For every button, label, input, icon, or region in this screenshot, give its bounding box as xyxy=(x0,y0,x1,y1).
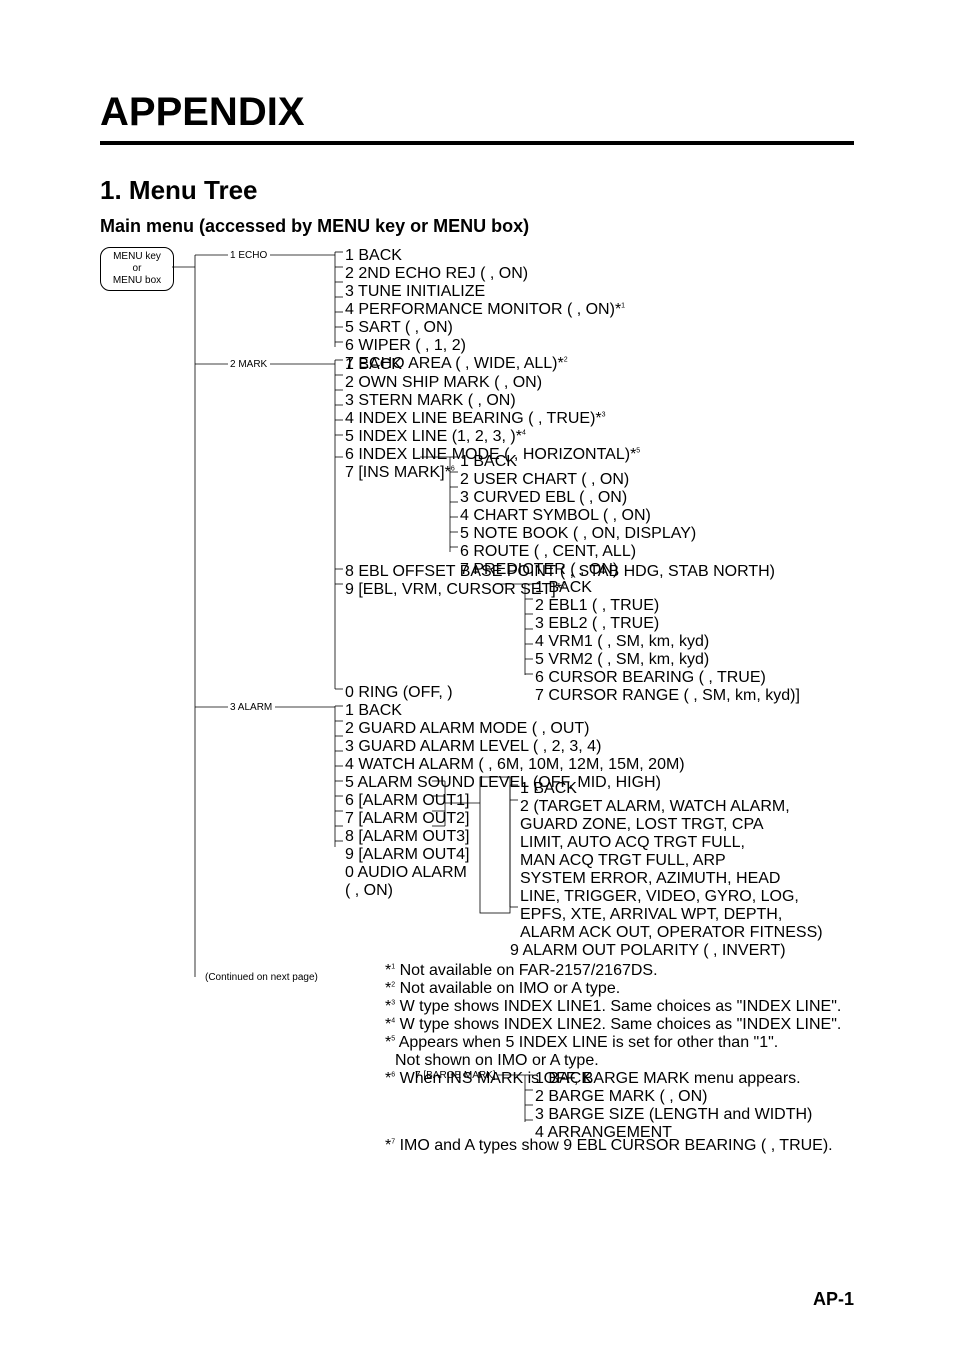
barge-mark-sub: 1 BACK 2 BARGE MARK ( , ON) 3 BARGE SIZE… xyxy=(535,1070,812,1142)
tree-item: 2 OWN SHIP MARK ( , ON) xyxy=(345,374,640,392)
tree-item: LINE, TRIGGER, VIDEO, GYRO, LOG, xyxy=(520,888,823,906)
footnote: *7 IMO and A types show 9 EBL CURSOR BEA… xyxy=(385,1137,833,1155)
ins-mark-sub: 1 BACK 2 USER CHART ( , ON) 3 CURVED EBL… xyxy=(460,453,696,579)
footnote: *3 W type shows INDEX LINE1. Same choice… xyxy=(385,998,841,1016)
tree-item: 3 CURVED EBL ( , ON) xyxy=(460,489,696,507)
root-line3: MENU box xyxy=(113,275,161,286)
footnote: *5 Appears when 5 INDEX LINE is set for … xyxy=(385,1034,841,1052)
tree-item: 5 SART ( , ON) xyxy=(345,319,625,337)
ebl-vrm-sub: 1 BACK 2 EBL1 ( , TRUE) 3 EBL2 ( , TRUE)… xyxy=(535,579,800,705)
tree-item: 9 ALARM OUT POLARITY ( , INVERT) xyxy=(510,942,823,960)
tree-item: 5 VRM2 ( , SM, km, kyd) xyxy=(535,651,800,669)
tree-item: 3 STERN MARK ( , ON) xyxy=(345,392,640,410)
alarm-out-sub: 1 BACK 2 (TARGET ALARM, WATCH ALARM, GUA… xyxy=(520,780,823,960)
tree-item: 2 (TARGET ALARM, WATCH ALARM, xyxy=(520,798,823,816)
tree-item: 1 BACK xyxy=(535,579,800,597)
footnote: Not shown on IMO or A type. xyxy=(395,1052,841,1070)
tree-item: EPFS, XTE, ARRIVAL WPT, DEPTH, xyxy=(520,906,823,924)
tree-item: 3 GUARD ALARM LEVEL ( , 2, 3, 4) xyxy=(345,738,685,756)
menu-1-echo: 1 ECHO xyxy=(230,250,267,261)
tree-item: 4 WATCH ALARM ( , 6M, 10M, 12M, 15M, 20M… xyxy=(345,756,685,774)
tree-item: 2 GUARD ALARM MODE ( , OUT) xyxy=(345,720,685,738)
tree-item: 3 BARGE SIZE (LENGTH and WIDTH) xyxy=(535,1106,812,1124)
menu-3-alarm: 3 ALARM xyxy=(230,702,272,713)
footnote: *2 Not available on IMO or A type. xyxy=(385,980,841,998)
tree-item: 1 BACK xyxy=(535,1070,812,1088)
tree-item: 5 NOTE BOOK ( , ON, DISPLAY) xyxy=(460,525,696,543)
tree-item: 5 INDEX LINE (1, 2, 3, )*4 xyxy=(345,428,640,446)
tree-item: 6 WIPER ( , 1, 2) xyxy=(345,337,625,355)
menu-2-mark: 2 MARK xyxy=(230,359,267,370)
tree-item: 6 ROUTE ( , CENT, ALL) xyxy=(460,543,696,561)
tree-item: 2 BARGE MARK ( , ON) xyxy=(535,1088,812,1106)
tree-item: 2 EBL1 ( , TRUE) xyxy=(535,597,800,615)
page-number: AP-1 xyxy=(813,1289,854,1310)
tree-item: GUARD ZONE, LOST TRGT, CPA xyxy=(520,816,823,834)
page-title: APPENDIX xyxy=(100,90,854,135)
echo-items: 1 BACK 2 2ND ECHO REJ ( , ON) 3 TUNE INI… xyxy=(345,247,625,373)
tree-item: 1 BACK xyxy=(460,453,696,471)
tree-item: MAN ACQ TRGT FULL, ARP xyxy=(520,852,823,870)
footnote: *1 Not available on FAR-2157/2167DS. xyxy=(385,962,841,980)
tree-item: 4 CHART SYMBOL ( , ON) xyxy=(460,507,696,525)
tree-item: 3 TUNE INITIALIZE xyxy=(345,283,625,301)
tree-item: 4 INDEX LINE BEARING ( , TRUE)*3 xyxy=(345,410,640,428)
root-line1: MENU key xyxy=(113,251,161,262)
tree-item: 1 BACK xyxy=(345,702,685,720)
section-heading: 1. Menu Tree xyxy=(100,175,854,206)
tree-item: 2 USER CHART ( , ON) xyxy=(460,471,696,489)
tree-item: 6 CURSOR BEARING ( , TRUE) xyxy=(535,669,800,687)
tree-item: 1 BACK xyxy=(345,356,640,374)
footnote-7: *7 IMO and A types show 9 EBL CURSOR BEA… xyxy=(385,1137,833,1155)
tree-item: 4 PERFORMANCE MONITOR ( , ON)*1 xyxy=(345,301,625,319)
continued-label: (Continued on next page) xyxy=(205,972,318,983)
subsection-heading: Main menu (accessed by MENU key or MENU … xyxy=(100,216,854,237)
menu-tree: MENU key or MENU box 1 ECHO 2 MARK 3 ALA… xyxy=(100,247,854,1217)
tree-item: 1 BACK xyxy=(520,780,823,798)
barge-mark-label: 7 [BARGE MARK] xyxy=(415,1070,496,1081)
tree-item: 2 2ND ECHO REJ ( , ON) xyxy=(345,265,625,283)
tree-item: LIMIT, AUTO ACQ TRGT FULL, xyxy=(520,834,823,852)
mark-ring: 0 RING (OFF, ) xyxy=(345,684,453,702)
tree-item: 0 RING (OFF, ) xyxy=(345,684,453,702)
root-line2: or xyxy=(133,263,142,274)
tree-item: ALARM ACK OUT, OPERATOR FITNESS) xyxy=(520,924,823,942)
footnote: *4 W type shows INDEX LINE2. Same choice… xyxy=(385,1016,841,1034)
tree-item: 3 EBL2 ( , TRUE) xyxy=(535,615,800,633)
tree-item: 4 VRM1 ( , SM, km, kyd) xyxy=(535,633,800,651)
tree-item: 1 BACK xyxy=(345,247,625,265)
root-node: MENU key or MENU box xyxy=(100,247,174,291)
title-rule xyxy=(100,141,854,145)
tree-item: SYSTEM ERROR, AZIMUTH, HEAD xyxy=(520,870,823,888)
